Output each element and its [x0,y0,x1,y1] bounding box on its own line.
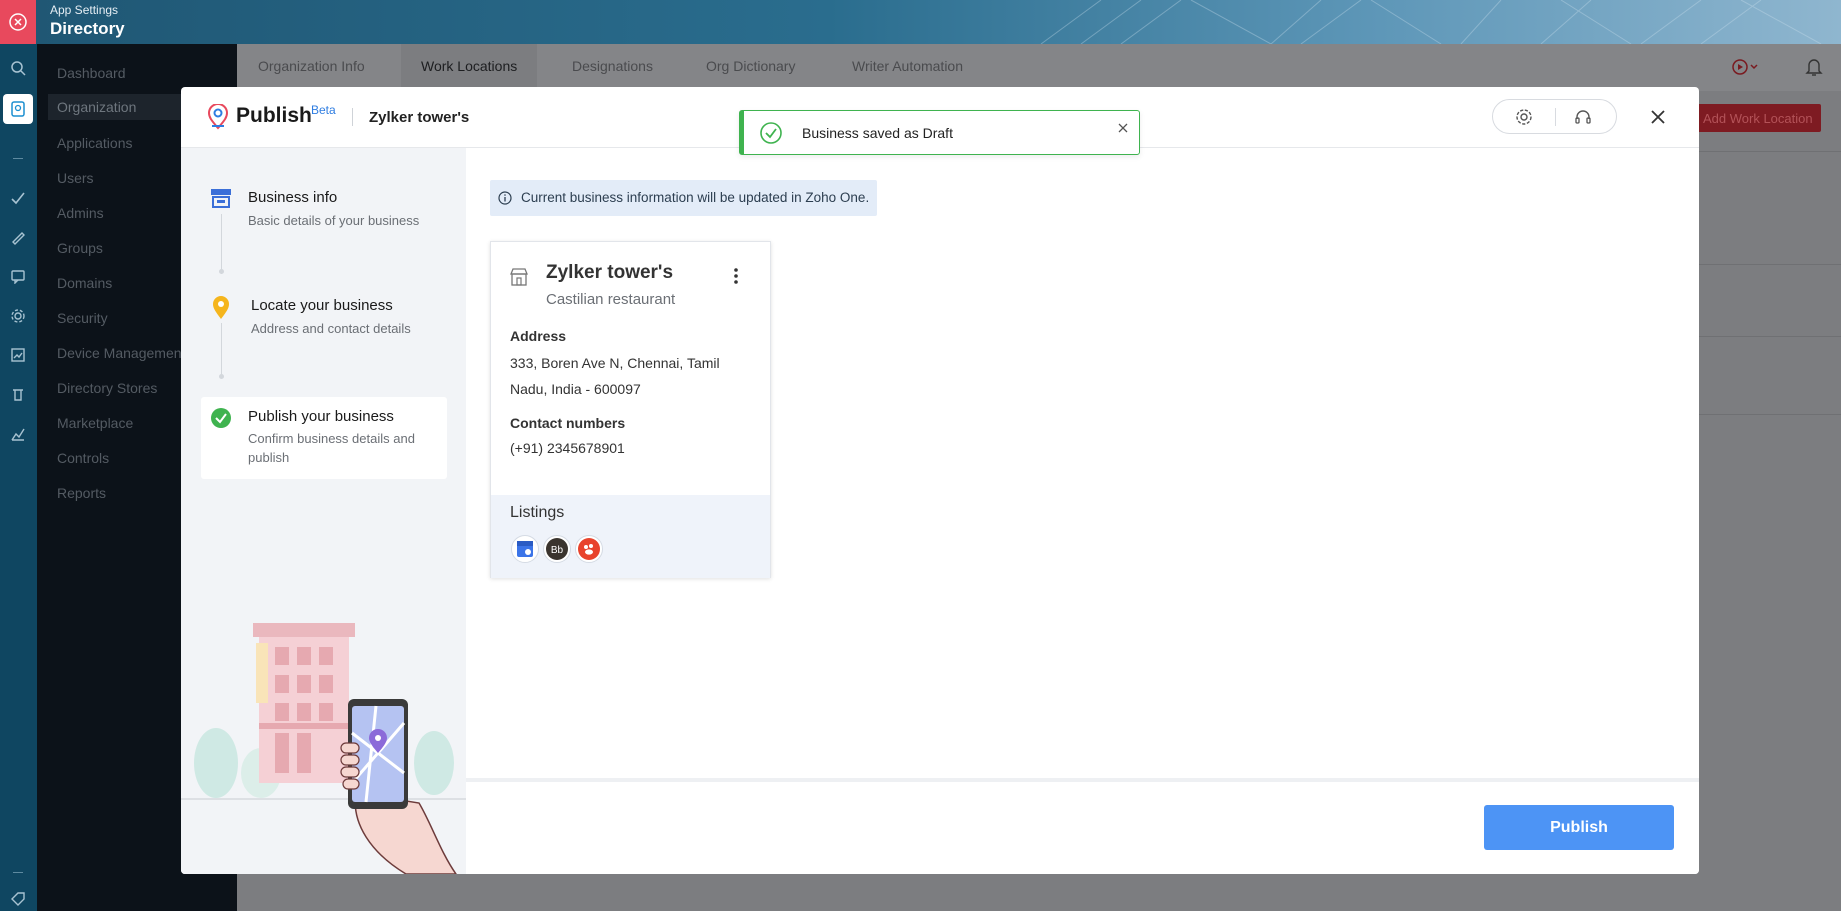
rail-divider [13,158,23,159]
address-label: Address [510,328,567,344]
divider [352,108,353,126]
step-publish-title: Publish your business [248,408,394,425]
svg-text:Bb: Bb [551,545,564,556]
divider [1555,108,1556,126]
tab-bar: Organization Info Work Locations Designa… [237,44,1841,91]
info-banner: Current business information will be upd… [490,180,877,216]
sidebar-item-domains[interactable]: Domains [57,275,112,291]
support-headset-icon[interactable] [1574,108,1592,126]
close-circle-icon [9,13,27,31]
sidebar-item-marketplace[interactable]: Marketplace [57,415,133,431]
sidebar-item-device-management[interactable]: Device Managemen [57,345,182,361]
header-actions [1492,99,1617,134]
contact-label: Contact numbers [510,415,626,431]
publish-logo-icon [207,103,229,135]
step-locate-subtitle: Address and contact details [251,321,411,336]
record-icon[interactable] [1732,58,1762,81]
store-front-icon [210,188,232,213]
step-publish-card[interactable]: Publish your business Confirm business d… [201,397,447,479]
tab-org-dictionary[interactable]: Org Dictionary [706,58,795,74]
sidebar-item-groups[interactable]: Groups [57,240,103,256]
info-icon [498,191,512,210]
step-publish-subtitle: Confirm business details and publish [248,431,415,465]
success-check-icon [760,122,782,149]
sidebar-item-admins[interactable]: Admins [57,205,104,221]
step-dot [219,374,224,379]
toast-close-icon[interactable] [1117,121,1129,139]
sidebar-item-applications[interactable]: Applications [57,135,133,151]
chat-icon[interactable] [8,266,28,286]
checkmark-icon[interactable] [8,188,28,208]
sidebar-item-users[interactable]: Users [57,170,94,186]
card-business-type: Castilian restaurant [546,291,676,308]
store-icon [509,267,529,292]
directory-icon[interactable] [3,94,33,124]
modal-close-icon[interactable] [1647,106,1669,128]
tab-writer-automation[interactable]: Writer Automation [852,58,963,74]
sidebar-item-security[interactable]: Security [57,310,108,326]
gear-icon[interactable] [8,306,28,326]
sidebar-item-dashboard[interactable]: Dashboard [57,65,126,81]
tab-designations[interactable]: Designations [572,58,653,74]
rail-divider [13,872,23,873]
step-business-info-title[interactable]: Business info [248,189,337,206]
contact-value: (+91) 2345678901 [510,440,625,456]
review-content: Current business information will be upd… [466,148,1699,778]
toast-message: Business saved as Draft [802,125,953,141]
add-work-location-button[interactable]: Add Work Location [1691,104,1821,132]
header-pattern [1040,0,1822,44]
tab-work-locations[interactable]: Work Locations [401,44,538,91]
business-illustration [181,623,466,874]
info-banner-text: Current business information will be upd… [521,190,870,205]
step-connector [221,214,222,274]
pen-icon[interactable] [8,227,28,247]
trash-icon[interactable] [8,384,28,404]
toast-notification: Business saved as Draft [739,110,1140,155]
beta-badge: Beta [311,103,336,117]
publish-modal: Publish Beta Zylker tower's Business inf… [181,87,1699,874]
chart-icon[interactable] [8,424,28,444]
sidebar-item-controls[interactable]: Controls [57,450,109,466]
app-header: App Settings Directory [0,0,1841,44]
yelp-like-icon[interactable] [575,535,603,563]
bb-directory-icon[interactable]: Bb [543,535,571,563]
tag-icon[interactable] [8,889,28,909]
sidebar-item-directory-stores[interactable]: Directory Stores [57,380,157,396]
modal-brand: Publish [236,104,312,127]
app-subtitle: App Settings [50,3,119,17]
app-title: Directory [50,19,125,38]
location-pin-icon [212,296,230,325]
business-card: Zylker tower's Castilian restaurant Addr… [490,241,771,578]
card-business-name: Zylker tower's [546,262,674,283]
step-connector [221,323,222,378]
listings-section: Listings Bb [491,495,770,578]
business-name: Zylker tower's [369,109,470,126]
tab-organization-info[interactable]: Organization Info [258,58,365,74]
check-circle-icon [210,407,232,434]
step-locate-title[interactable]: Locate your business [251,297,393,314]
bell-icon[interactable] [1805,57,1823,82]
analytics-icon[interactable] [8,345,28,365]
address-value: 333, Boren Ave N, Chennai, Tamil Nadu, I… [510,355,720,397]
google-business-icon[interactable] [511,535,539,563]
settings-gear-icon[interactable] [1515,108,1533,126]
icon-rail [0,44,37,911]
app-close-button[interactable] [0,0,36,44]
publish-button[interactable]: Publish [1484,805,1674,850]
more-options-icon[interactable] [733,267,739,290]
sidebar-item-reports[interactable]: Reports [57,485,106,501]
listings-label: Listings [510,504,565,521]
steps-panel: Business info Basic details of your busi… [181,148,466,874]
step-business-info-subtitle: Basic details of your business [248,213,420,228]
search-icon[interactable] [8,58,28,78]
step-dot [219,269,224,274]
